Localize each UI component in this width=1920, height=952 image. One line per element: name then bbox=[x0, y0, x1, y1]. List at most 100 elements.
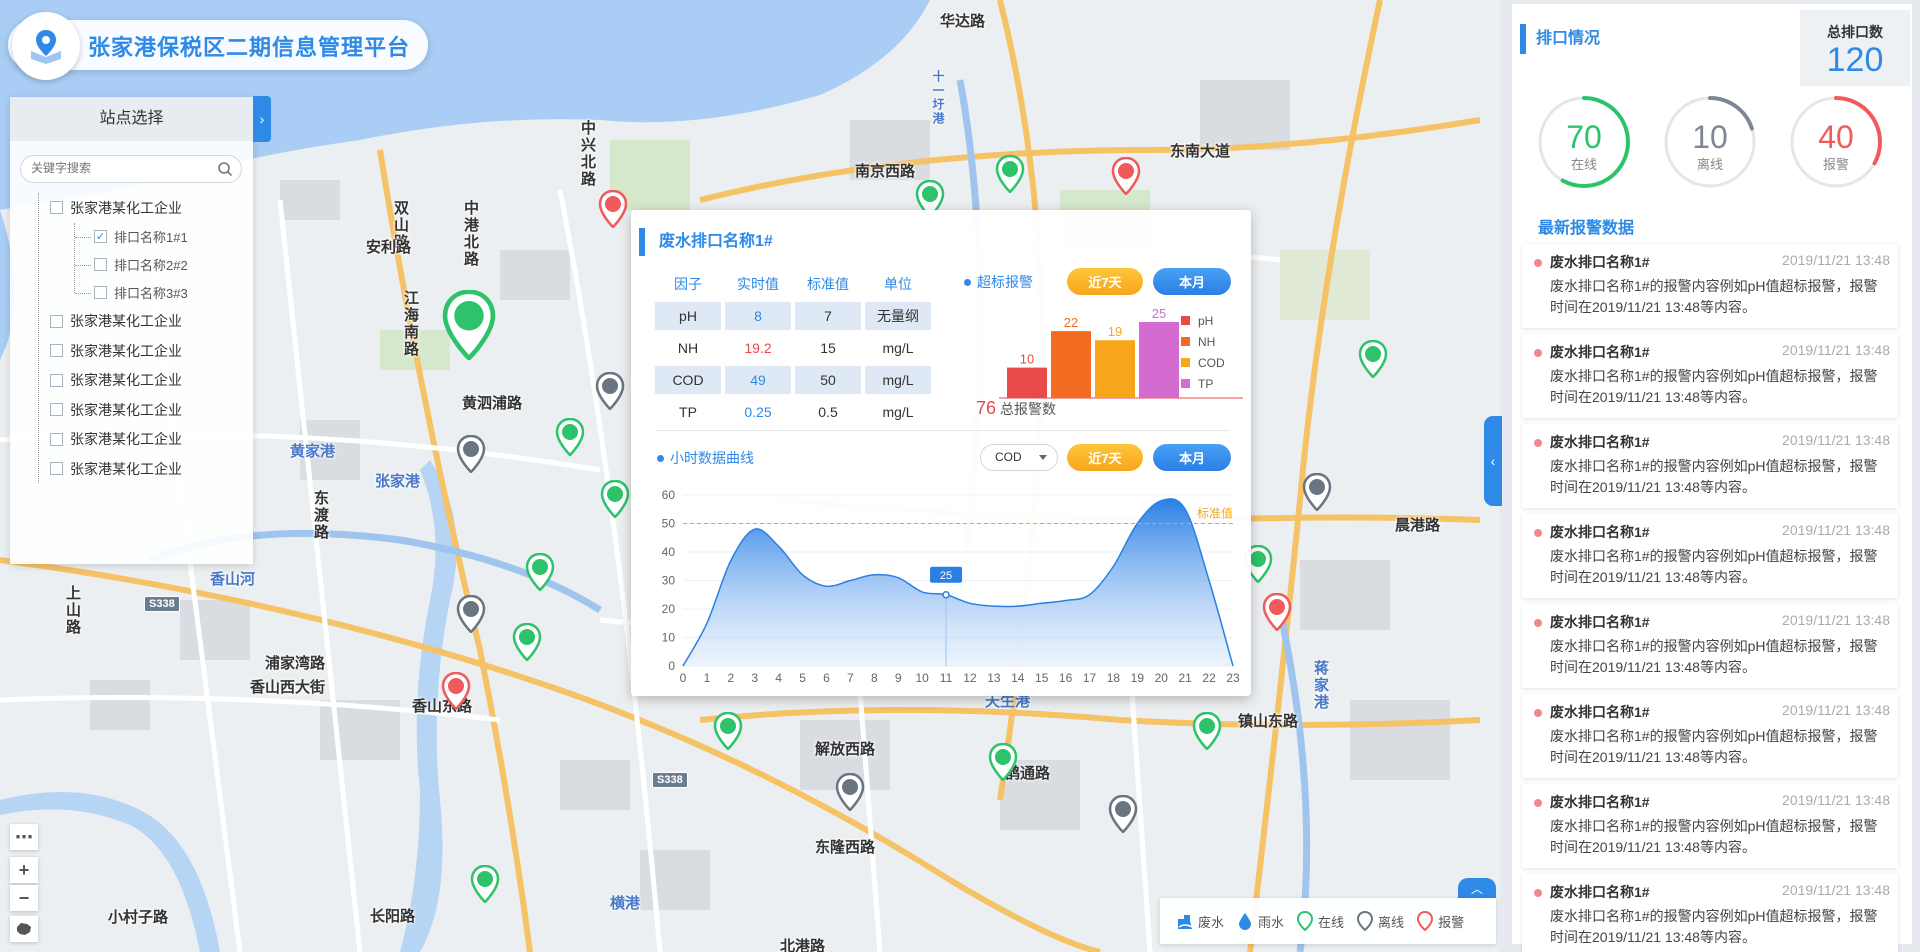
zoom-out-button[interactable]: − bbox=[10, 885, 38, 911]
this-month-button[interactable]: 本月 bbox=[1153, 444, 1231, 471]
bar-chart-legend: pH NH COD TP bbox=[1181, 310, 1225, 394]
map-label: 中港北路 bbox=[462, 200, 479, 268]
tree-item-company[interactable]: 张家港某化工企业 bbox=[30, 366, 245, 396]
legend-label: 报警 bbox=[1438, 914, 1465, 930]
map-label: 北港路 bbox=[780, 938, 826, 952]
offline-pin-icon[interactable] bbox=[456, 594, 486, 634]
alarm-pin-icon[interactable] bbox=[598, 189, 628, 229]
search-box[interactable] bbox=[20, 155, 242, 183]
online-pin-icon[interactable] bbox=[512, 622, 542, 662]
online-pin-icon[interactable] bbox=[555, 417, 585, 457]
hourly-area-chart: 01020304050600 1 2 3 4 5 6 7 8 9 10 11 12 13 14 15 16 17 1… bbox=[662, 488, 1240, 685]
gauge-label: 在线 bbox=[1570, 157, 1597, 172]
offline-pin-icon[interactable] bbox=[456, 434, 486, 474]
checkbox[interactable] bbox=[50, 344, 63, 358]
online-pin-icon[interactable] bbox=[1192, 711, 1222, 751]
alarm-pin-icon[interactable] bbox=[441, 671, 471, 711]
alarm-text: 废水排口名称1#的报警内容例如pH值超标报警，报警时间在2019/11/21 1… bbox=[1550, 908, 1878, 945]
online-pin-icon[interactable] bbox=[713, 711, 743, 751]
online-pin-icon[interactable] bbox=[995, 154, 1025, 194]
checkbox[interactable] bbox=[50, 373, 63, 387]
alarm-item[interactable]: 废水排口名称1# 2019/11/21 13:48 废水排口名称1#的报警内容例如p… bbox=[1522, 334, 1898, 418]
alarm-text: 废水排口名称1#的报警内容例如pH值超标报警，报警时间在2019/11/21 1… bbox=[1550, 818, 1878, 855]
online-pin-icon[interactable] bbox=[440, 289, 498, 362]
checkbox[interactable] bbox=[50, 432, 63, 446]
legend-label: NH bbox=[1198, 334, 1216, 349]
x-tick-label: 15 bbox=[1035, 671, 1049, 685]
hourly-section-text: 小时数据曲线 bbox=[670, 450, 754, 466]
collapse-panel-button[interactable]: › bbox=[253, 96, 271, 142]
bar-value-label: 10 bbox=[1020, 352, 1034, 367]
offline-pin-icon[interactable] bbox=[1302, 472, 1332, 512]
factor-cell: pH bbox=[655, 302, 721, 330]
legend-toggle-button[interactable]: ︿ bbox=[1458, 878, 1496, 898]
tree-item-company[interactable]: 张家港某化工企业 bbox=[30, 307, 245, 337]
tree-item-company[interactable]: 张家港某化工企业 bbox=[30, 425, 245, 455]
factor-cell: TP bbox=[679, 404, 697, 420]
table-row: NH 19.2 15 mg/L bbox=[655, 332, 935, 364]
online-pin-icon[interactable] bbox=[600, 479, 630, 519]
checkbox[interactable] bbox=[50, 201, 63, 215]
map-label: 安利路 bbox=[366, 239, 412, 256]
factor-select[interactable]: COD bbox=[980, 444, 1058, 471]
alarm-time: 2019/11/21 13:48 bbox=[1782, 792, 1890, 808]
last-7-days-button[interactable]: 近7天 bbox=[1067, 444, 1143, 471]
factor-cell: NH bbox=[677, 340, 699, 356]
tree-item-label: 张家港某化工企业 bbox=[70, 372, 182, 389]
offline-pin-icon[interactable] bbox=[835, 772, 865, 812]
checkbox[interactable] bbox=[94, 286, 107, 299]
last-7-days-button[interactable]: 近7天 bbox=[1067, 268, 1143, 295]
tree-item-outlet[interactable]: 排口名称2#2 bbox=[30, 251, 245, 279]
map-overview-button[interactable] bbox=[10, 916, 38, 942]
alarm-item[interactable]: 废水排口名称1# 2019/11/21 13:48 废水排口名称1#的报警内容例如p… bbox=[1522, 244, 1898, 328]
alarm-section-text: 超标报警 bbox=[977, 274, 1033, 290]
tree-item-label: 张家港某化工企业 bbox=[70, 342, 182, 359]
map-label: 香山河 bbox=[210, 571, 256, 588]
checkbox[interactable] bbox=[50, 403, 63, 417]
tree-connector bbox=[75, 292, 91, 294]
online-pin-icon[interactable] bbox=[988, 742, 1018, 782]
legend-label: 雨水 bbox=[1258, 914, 1285, 930]
bar-value-label: 22 bbox=[1064, 315, 1078, 330]
map-label: 解放西路 bbox=[815, 741, 876, 758]
alarm-item[interactable]: 废水排口名称1# 2019/11/21 13:48 废水排口名称1#的报警内容例如p… bbox=[1522, 424, 1898, 508]
y-tick-label: 60 bbox=[662, 488, 676, 502]
total-alarm-value: 76 bbox=[976, 398, 997, 418]
offline-pin-icon[interactable] bbox=[595, 371, 625, 411]
zoom-in-button[interactable]: + bbox=[10, 857, 38, 883]
checkbox[interactable] bbox=[50, 314, 63, 328]
checkbox[interactable] bbox=[94, 258, 107, 271]
map-label: 镇山东路 bbox=[1238, 713, 1299, 730]
search-icon[interactable] bbox=[217, 161, 233, 177]
this-month-button[interactable]: 本月 bbox=[1153, 268, 1231, 295]
map-label: 香山西大街 bbox=[250, 679, 326, 696]
tree-item-company[interactable]: 张家港某化工企业 bbox=[30, 395, 245, 425]
more-options-button[interactable]: ⋯ bbox=[10, 824, 38, 850]
right-panel-card: 排口情况 总排口数 120 70 在线 10 离线 40 报警 最新报警数据 废… bbox=[1512, 4, 1912, 952]
alarm-item[interactable]: 废水排口名称1# 2019/11/21 13:48 废水排口名称1#的报警内容例如p… bbox=[1522, 694, 1898, 778]
offline-pin-icon[interactable] bbox=[1108, 794, 1138, 834]
checkbox[interactable] bbox=[50, 462, 63, 476]
bullet-icon bbox=[657, 454, 664, 462]
alarm-item[interactable]: 废水排口名称1# 2019/11/21 13:48 废水排口名称1#的报警内容例如p… bbox=[1522, 874, 1898, 952]
value-cell: 19.2 bbox=[744, 340, 772, 356]
road-badge: S338 bbox=[652, 772, 688, 788]
x-tick-label: 3 bbox=[751, 671, 758, 685]
alarm-pin-icon[interactable] bbox=[1262, 592, 1292, 632]
tree-item-outlet[interactable]: 排口名称3#3 bbox=[30, 279, 245, 307]
search-input[interactable] bbox=[31, 161, 211, 175]
alarm-pin-icon[interactable] bbox=[1111, 156, 1141, 196]
tree-item-company[interactable]: 张家港某化工企业 bbox=[30, 193, 245, 223]
tree-item-outlet[interactable]: ✓ 排口名称1#1 bbox=[30, 223, 245, 251]
tree-item-company[interactable]: 张家港某化工企业 bbox=[30, 454, 245, 484]
online-pin-icon[interactable] bbox=[525, 552, 555, 592]
collapse-right-panel-button[interactable]: ‹ bbox=[1484, 416, 1502, 506]
tree-item-company[interactable]: 张家港某化工企业 bbox=[30, 336, 245, 366]
alarm-item[interactable]: 废水排口名称1# 2019/11/21 13:48 废水排口名称1#的报警内容例如p… bbox=[1522, 604, 1898, 688]
alarm-item[interactable]: 废水排口名称1# 2019/11/21 13:48 废水排口名称1#的报警内容例如p… bbox=[1522, 514, 1898, 598]
online-pin-icon[interactable] bbox=[470, 864, 500, 904]
alarm-item[interactable]: 废水排口名称1# 2019/11/21 13:48 废水排口名称1#的报警内容例如p… bbox=[1522, 784, 1898, 868]
checkbox-checked[interactable]: ✓ bbox=[94, 230, 107, 243]
legend-label: TP bbox=[1198, 376, 1214, 391]
online-pin-icon[interactable] bbox=[1358, 339, 1388, 379]
